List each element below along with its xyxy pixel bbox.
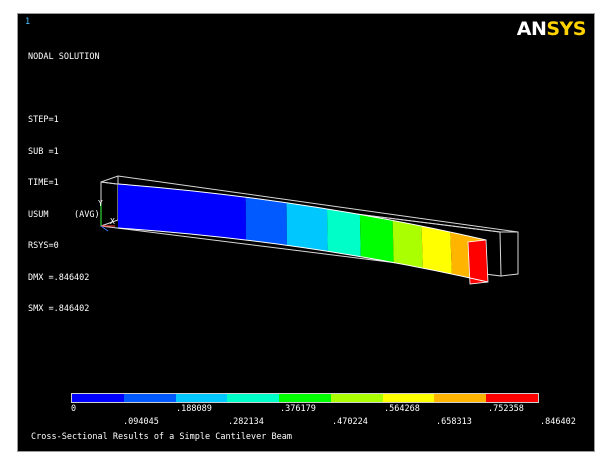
graphics-viewport[interactable]: 1 NODAL SOLUTION STEP=1 SUB =1 TIME=1 US… <box>17 13 595 452</box>
beam-end-cap <box>467 239 489 285</box>
legend-swatch-5 <box>330 394 383 402</box>
contour-band-0 <box>118 184 246 241</box>
legend-swatch-7 <box>434 394 487 402</box>
triad-y-label: Y <box>98 199 103 208</box>
legend-swatch-0 <box>72 394 124 402</box>
legend-value-1: .094045 <box>123 417 159 427</box>
contour-band-6 <box>421 226 452 275</box>
legend-value-8: .752358 <box>488 404 524 414</box>
contour-band-4 <box>359 214 394 263</box>
legend-value-5: .470224 <box>332 417 368 427</box>
contour-band-5 <box>392 220 423 269</box>
legend-swatch-4 <box>279 394 331 402</box>
legend-value-3: .282134 <box>228 417 264 427</box>
legend-swatch-3 <box>227 394 280 402</box>
legend-value-6: .564268 <box>384 404 420 414</box>
contour-bands <box>118 184 488 282</box>
legend-value-2: .188089 <box>176 404 212 414</box>
triad-x-label: X <box>110 217 115 226</box>
legend-swatch-1 <box>123 394 176 402</box>
contour-band-3 <box>327 209 361 257</box>
plot-title: Cross-Sectional Results of a Simple Cant… <box>31 432 292 442</box>
contour-legend-bar <box>71 393 539 403</box>
legend-value-0: 0 <box>71 404 77 414</box>
legend-swatch-8 <box>486 394 539 402</box>
contour-band-1 <box>245 197 287 246</box>
legend-value-9: .846402 <box>540 417 576 427</box>
legend-swatch-6 <box>382 394 435 402</box>
legend-value-7: .658313 <box>436 417 472 427</box>
contour-band-2 <box>286 202 328 252</box>
legend-value-4: .376179 <box>280 404 316 414</box>
beam-model[interactable]: Y X <box>18 14 595 452</box>
legend-swatch-2 <box>175 394 228 402</box>
